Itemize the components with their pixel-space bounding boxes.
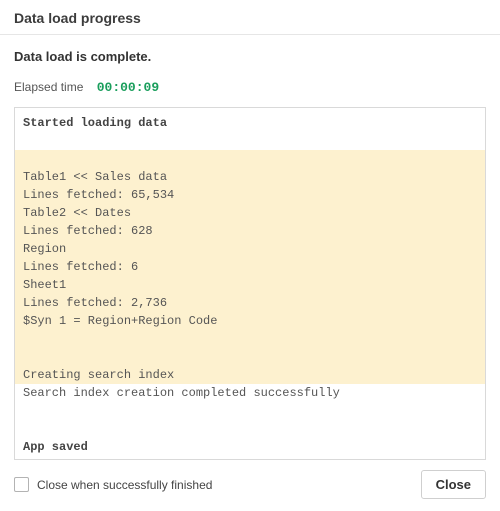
log-line	[15, 402, 485, 420]
log-line	[15, 348, 485, 366]
log-line: Lines fetched: 2,736	[15, 294, 485, 312]
dialog-title: Data load progress	[14, 10, 486, 26]
log-line: Lines fetched: 6	[15, 258, 485, 276]
elapsed-time-row: Elapsed time 00:00:09	[0, 70, 500, 107]
elapsed-time-value: 00:00:09	[97, 80, 159, 95]
log-line: $Syn 1 = Region+Region Code	[15, 312, 485, 330]
log-line	[15, 330, 485, 348]
log-line	[15, 456, 485, 460]
elapsed-time-label: Elapsed time	[14, 80, 83, 94]
log-line: App saved	[15, 438, 485, 456]
status-message: Data load is complete.	[0, 35, 500, 70]
log-line: Region	[15, 240, 485, 258]
log-line: Table2 << Dates	[15, 204, 485, 222]
log-line: Search index creation completed successf…	[15, 384, 485, 402]
log-line: Started loading data	[15, 108, 485, 132]
log-line: Creating search index	[15, 366, 485, 384]
load-log-panel[interactable]: Started loading data Table1 << Sales data…	[14, 107, 486, 460]
log-line: Sheet1	[15, 276, 485, 294]
log-line: Lines fetched: 65,534	[15, 186, 485, 204]
close-when-finished-label: Close when successfully finished	[37, 478, 212, 492]
checkbox-icon[interactable]	[14, 477, 29, 492]
log-line: Lines fetched: 628	[15, 222, 485, 240]
log-line	[15, 150, 485, 168]
log-line: Table1 << Sales data	[15, 168, 485, 186]
dialog-header: Data load progress	[0, 0, 500, 35]
dialog-footer: Close when successfully finished Close	[0, 460, 500, 511]
log-line	[15, 420, 485, 438]
log-line	[15, 132, 485, 150]
close-when-finished-option[interactable]: Close when successfully finished	[14, 477, 212, 492]
close-button[interactable]: Close	[421, 470, 486, 499]
